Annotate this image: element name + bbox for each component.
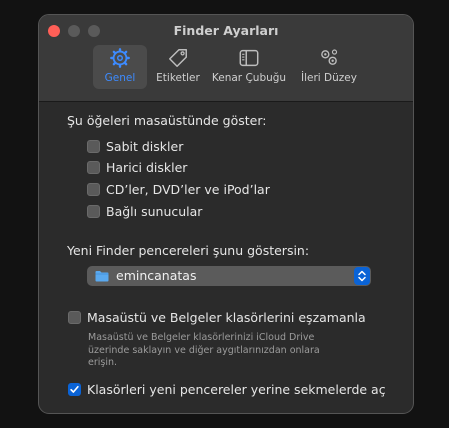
gear-icon — [110, 48, 130, 68]
open-folders-in-tabs-checkbox[interactable]: Klasörleri yeni pencereler yerine sekmel… — [68, 381, 386, 397]
window-title: Finder Ayarları — [173, 23, 279, 38]
tab-general-label: Genel — [104, 72, 136, 84]
popup-value: emincanatas — [116, 268, 197, 283]
checkbox-box[interactable] — [68, 382, 81, 396]
new-window-label: Yeni Finder pencereleri şunu göstersin: — [67, 243, 310, 258]
checkbox-box[interactable] — [68, 310, 81, 324]
chevron-up-down-icon — [358, 270, 366, 282]
tab-sidebar[interactable]: Kenar Çubuğu — [207, 45, 291, 89]
checkbox-box[interactable] — [87, 182, 100, 196]
tag-icon — [169, 49, 187, 67]
connected-servers-checkbox[interactable]: Bağlı sunucular — [87, 203, 202, 219]
finder-settings-window: Finder Ayarları Genel Etiketler Kenar Çu… — [38, 14, 414, 414]
tab-sidebar-label: Kenar Çubuğu — [211, 72, 287, 84]
checkbox-box[interactable] — [87, 139, 100, 153]
sync-desktop-documents-checkbox[interactable]: Masaüstü ve Belgeler klasörlerini eşzama… — [68, 309, 366, 325]
desktop-items-label: Şu öğeleri masaüstünde göster: — [67, 113, 267, 128]
cd-dvd-ipod-checkbox[interactable]: CD’ler, DVD’ler ve iPod’lar — [87, 181, 270, 197]
titlebar: Finder Ayarları Genel Etiketler Kenar Çu… — [39, 15, 413, 102]
checkbox-box[interactable] — [87, 160, 100, 174]
checkbox-label: Bağlı sunucular — [106, 203, 203, 219]
hard-disks-checkbox[interactable]: Sabit diskler — [87, 138, 183, 154]
checkbox-label: Klasörleri yeni pencereler yerine sekmel… — [87, 381, 386, 397]
checkbox-label: CD’ler, DVD’ler ve iPod’lar — [106, 181, 270, 197]
checkbox-label: Masaüstü ve Belgeler klasörlerini eşzama… — [87, 309, 366, 325]
external-disks-checkbox[interactable]: Harici diskler — [87, 159, 187, 175]
description-line: üzerinde saklayın ve diğer aygıtlarınızd… — [88, 344, 320, 356]
gears-icon — [321, 49, 338, 65]
sidebar-icon — [239, 49, 259, 67]
tab-tags[interactable]: Etiketler — [151, 45, 205, 89]
description-line: erişin. — [88, 357, 118, 368]
tab-advanced[interactable]: İleri Düzey — [295, 45, 363, 89]
description-line: Masaüstü ve Belgeler klasörlerinizi iClo… — [88, 332, 315, 343]
checkbox-label: Sabit diskler — [106, 138, 184, 154]
popup-stepper[interactable] — [354, 267, 370, 285]
checkmark-icon — [70, 385, 79, 393]
tab-tags-label: Etiketler — [156, 72, 200, 84]
folder-icon — [95, 271, 109, 282]
tab-advanced-label: İleri Düzey — [301, 72, 357, 84]
checkbox-label: Harici diskler — [106, 159, 188, 175]
new-window-target-popup[interactable]: emincanatas — [87, 266, 371, 286]
checkbox-box[interactable] — [87, 204, 100, 218]
sync-description: Masaüstü ve Belgeler klasörlerinizi iClo… — [88, 332, 378, 370]
tab-general[interactable]: Genel — [93, 45, 147, 89]
